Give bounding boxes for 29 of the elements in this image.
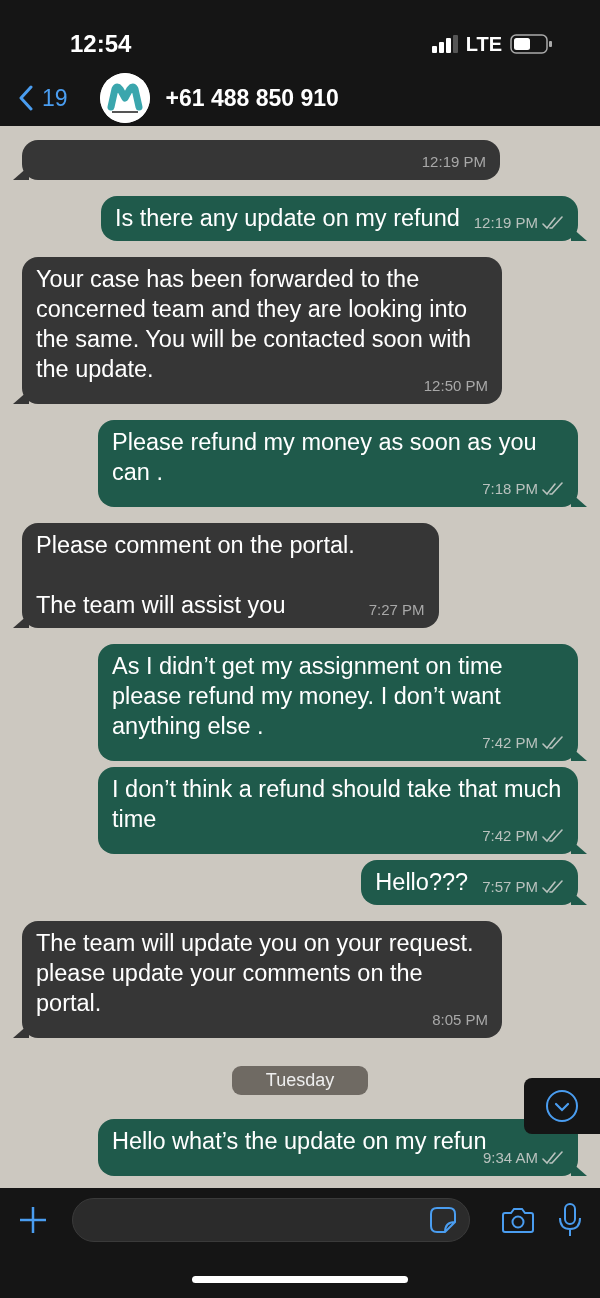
message-time: 12:19 PM [421,152,486,172]
message-input-field[interactable] [72,1198,470,1242]
camera-icon[interactable] [502,1206,534,1234]
double-check-icon [542,482,564,496]
status-time: 12:54 [70,29,132,59]
add-icon[interactable] [18,1205,48,1235]
back-button[interactable]: 19 [18,80,68,116]
back-chevron-icon[interactable] [18,85,34,111]
sticker-icon[interactable] [429,1206,457,1234]
scroll-down-button[interactable] [524,1078,600,1134]
message-time: 12:19 PM [473,213,538,233]
battery-icon [510,34,552,54]
signal-icon [431,35,458,53]
double-check-icon [542,880,564,894]
message-text: Hello??? [375,868,469,897]
double-check-icon [542,829,564,843]
network-label: LTE [465,32,502,57]
double-check-icon [542,736,564,750]
chevron-down-icon[interactable] [545,1089,579,1123]
message-time: 7:57 PM [482,877,538,897]
contact-name[interactable]: +61 488 850 910 [165,80,339,116]
message-text: Is there any update on my refund [114,204,460,233]
date-label: Tuesday [231,1066,369,1095]
double-check-icon [542,216,564,230]
microphone-icon[interactable] [558,1203,582,1237]
message-text: Please comment on the portal. The team will assist you [36,531,355,620]
double-check-icon [542,1151,564,1165]
avatar-logo-icon[interactable] [99,73,150,123]
message-time: 7:27 PM [368,600,425,620]
